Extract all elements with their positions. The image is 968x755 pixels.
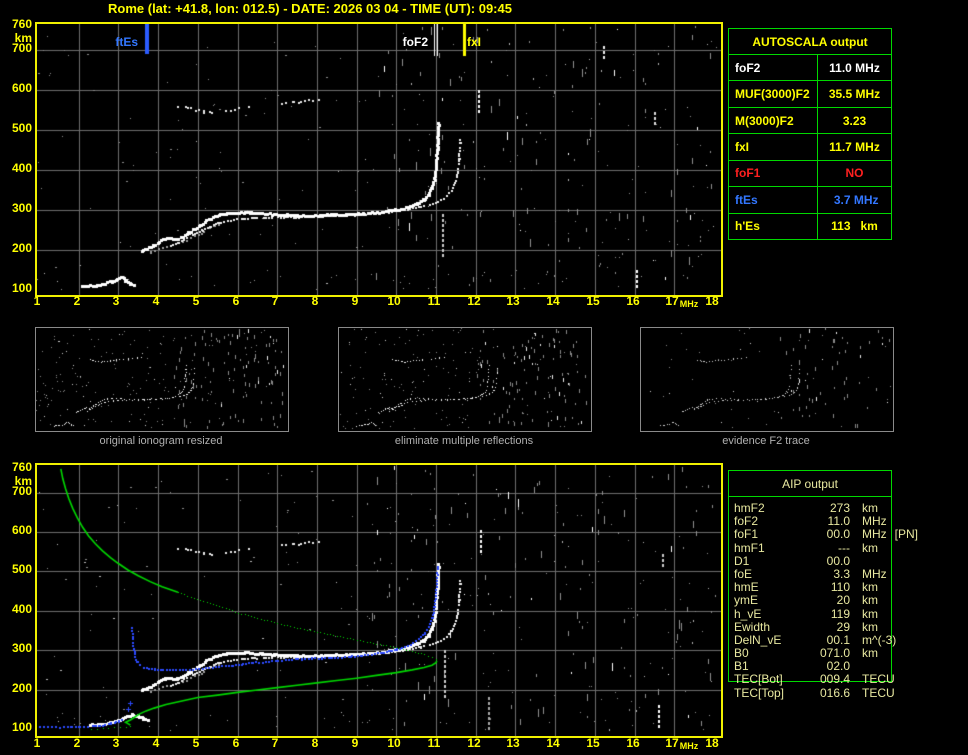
x-tick-label: 3 (112, 294, 120, 308)
y-tick-label: 500 (11, 562, 32, 576)
table-row: foF1 00.0 MHz [PN] (734, 527, 919, 542)
y-tick-label: 600 (11, 81, 32, 95)
thumbnail-evidence-f2-trace (640, 327, 894, 432)
x-tick-label: 9 (351, 294, 359, 308)
table-row: foF1 NO (729, 160, 891, 188)
marker-label-ftEs: ftEs (115, 35, 138, 49)
x-axis-unit-label: MHz (679, 741, 699, 751)
x-tick-label: 2 (73, 736, 81, 750)
table-row: M(3000)F2 3.23 (729, 107, 891, 135)
table-row: MUF(3000)F2 35.5 MHz (729, 81, 891, 108)
x-tick-label: 8 (311, 294, 319, 308)
autoscala-output-table: AUTOSCALA output foF2 11.0 MHz MUF(3000)F… (728, 28, 892, 240)
y-tick-label: 100 (11, 281, 32, 295)
aip-table-rows: hmF2 273 km foF2 11.0 MHz foF1 00.0 MHz [PN] hm… (729, 497, 919, 700)
x-tick-label: 6 (232, 294, 240, 308)
table-row: h'Es 113 km (729, 213, 891, 239)
x-tick-label: 13 (506, 736, 520, 750)
y-tick-label: 200 (11, 241, 32, 255)
x-tick-label: 1 (33, 294, 41, 308)
table-row: fxI 11.7 MHz (729, 134, 891, 161)
y-tick-label: 500 (11, 121, 32, 135)
table-row: Ewidth 29 km (734, 619, 878, 634)
x-tick-label: 15 (586, 736, 600, 750)
x-tick-label: 12 (467, 294, 481, 308)
marker-label-foF2: foF2 (402, 35, 428, 49)
x-tick-label: 4 (152, 736, 160, 750)
table-row: hmF1 --- km (734, 540, 878, 555)
x-tick-label: 1 (33, 736, 41, 750)
x-tick-label: 8 (311, 736, 319, 750)
y-tick-label: 400 (11, 161, 32, 175)
marker-label-fxI: fxI (467, 35, 482, 49)
table-row: ymE 20 km (734, 593, 878, 608)
x-tick-label: 6 (232, 736, 240, 750)
x-tick-label: 11 (427, 294, 441, 308)
autoscala-screen: Rome (lat: +41.8, lon: 012.5) - DATE: 20… (0, 0, 968, 755)
x-tick-label: 7 (271, 294, 279, 308)
y-tick-label: 760 (11, 17, 32, 31)
x-tick-label: 16 (626, 736, 640, 750)
profile-bottom-canvas (35, 463, 723, 738)
aip-output-table: AIP output hmF2 273 km foF2 11.0 MHz foF1 00.… (728, 470, 918, 699)
x-tick-label: 2 (73, 294, 81, 308)
x-tick-label: 10 (387, 736, 401, 750)
table-row: foF2 11.0 MHz (729, 55, 891, 82)
aip-table-header: AIP output (729, 471, 891, 497)
autoscala-table-header: AUTOSCALA output (729, 29, 891, 55)
y-tick-label: 300 (11, 641, 32, 655)
x-tick-label: 5 (192, 736, 200, 750)
y-tick-label: 300 (11, 201, 32, 215)
thumbnail-caption: evidence F2 trace (722, 435, 810, 447)
y-tick-label: 400 (11, 602, 32, 616)
x-tick-label: 14 (546, 294, 560, 308)
page-title: Rome (lat: +41.8, lon: 012.5) - DATE: 20… (108, 1, 512, 16)
x-tick-label: 16 (626, 294, 640, 308)
table-row: TEC[Bot] 009.4 TECU (734, 672, 895, 687)
y-tick-label: 700 (11, 41, 32, 55)
thumbnail-original-ionogram (35, 327, 289, 432)
x-tick-label: 11 (427, 736, 441, 750)
table-row: ftEs 3.7 MHz (729, 187, 891, 214)
y-tick-label: 100 (11, 720, 32, 734)
thumbnail-caption: eliminate multiple reflections (394, 435, 534, 447)
table-row: TEC[Top] 016.6 TECU (734, 685, 895, 700)
table-row: B0 071.0 km (734, 646, 878, 661)
y-tick-label: 700 (11, 484, 32, 498)
x-tick-label: 4 (152, 294, 160, 308)
thumbnail-caption: original ionogram resized (99, 435, 223, 447)
table-row: D1 00.0 (734, 553, 850, 568)
x-tick-label: 3 (112, 736, 120, 750)
x-tick-label: 10 (387, 294, 401, 308)
x-tick-label: 7 (271, 736, 279, 750)
x-tick-label: 12 (467, 736, 481, 750)
x-tick-label: 5 (192, 294, 200, 308)
x-tick-label: 9 (351, 736, 359, 750)
thumbnail-eliminate-reflections (338, 327, 592, 432)
ionogram-top-canvas (35, 22, 723, 297)
y-tick-label: 760 (11, 460, 32, 474)
x-tick-label: 14 (546, 736, 560, 750)
x-axis-unit-label: MHz (679, 299, 699, 309)
x-tick-label: 13 (506, 294, 520, 308)
y-tick-label: 200 (11, 681, 32, 695)
y-tick-label: 600 (11, 523, 32, 537)
x-tick-label: 15 (586, 294, 600, 308)
table-row: h_vE 119 km (734, 606, 878, 621)
